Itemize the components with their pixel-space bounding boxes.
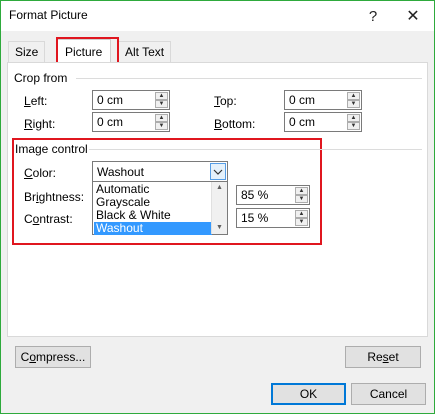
spin-down-icon[interactable]: ▼: [347, 122, 360, 130]
dialog-title: Format Picture: [9, 8, 88, 22]
brightness-label: Brightness:: [24, 190, 85, 204]
spin-up-icon[interactable]: ▲: [347, 114, 360, 122]
brightness-spinner[interactable]: 85 % ▲ ▼: [236, 185, 310, 205]
contrast-value: 15 %: [241, 211, 269, 225]
contrast-label: Contrast:: [24, 212, 73, 226]
crop-divider: [76, 78, 422, 79]
color-dropdown[interactable]: Washout: [92, 161, 228, 182]
spin-down-icon[interactable]: ▼: [295, 218, 308, 226]
crop-from-heading: Crop from: [14, 71, 68, 85]
contrast-spinner[interactable]: 15 % ▲ ▼: [236, 208, 310, 228]
help-button[interactable]: ?: [359, 4, 387, 28]
color-dropdown-value: Washout: [97, 165, 144, 179]
crop-top-label: Top:: [214, 94, 237, 108]
crop-right-value: 0 cm: [97, 115, 124, 129]
spin-up-icon[interactable]: ▲: [155, 92, 168, 100]
reset-button[interactable]: Re s et: [345, 346, 421, 368]
tab-picture[interactable]: Picture: [56, 39, 112, 63]
spin-down-icon[interactable]: ▼: [347, 100, 360, 108]
spin-up-icon[interactable]: ▲: [155, 114, 168, 122]
crop-top-value: 0 cm: [289, 93, 316, 107]
crop-bottom-label: Bottom:: [214, 117, 256, 131]
color-label: Color:: [24, 166, 57, 180]
format-picture-dialog: Format Picture ? ✕ Size Picture Alt Text…: [0, 0, 435, 414]
spin-down-icon[interactable]: ▼: [155, 100, 168, 108]
crop-top-spinner[interactable]: 0 cm ▲ ▼: [284, 90, 362, 110]
crop-bottom-value: 0 cm: [289, 115, 316, 129]
tab-alt-text[interactable]: Alt Text: [118, 41, 172, 62]
chevron-down-icon[interactable]: [210, 163, 226, 180]
crop-right-spinner[interactable]: 0 cm ▲ ▼: [92, 112, 170, 132]
scroll-up-icon[interactable]: ▲: [212, 182, 227, 194]
compress-button[interactable]: Co mpress...: [15, 346, 91, 368]
color-options-list: Automatic Grayscale Black & White Washou…: [92, 181, 228, 235]
crop-left-spinner[interactable]: 0 cm ▲ ▼: [92, 90, 170, 110]
close-button[interactable]: ✕: [399, 4, 427, 28]
crop-left-value: 0 cm: [97, 93, 124, 107]
spin-up-icon[interactable]: ▲: [347, 92, 360, 100]
list-scrollbar[interactable]: ▲ ▼: [211, 182, 227, 234]
spin-up-icon[interactable]: ▲: [295, 210, 308, 218]
crop-left-label: Left:: [24, 94, 48, 108]
scroll-down-icon[interactable]: ▼: [212, 222, 227, 234]
brightness-value: 85 %: [241, 188, 269, 202]
image-control-heading: Image control: [15, 142, 88, 156]
tab-size[interactable]: Size: [8, 41, 46, 62]
image-control-divider: [89, 149, 422, 150]
spin-up-icon[interactable]: ▲: [295, 187, 308, 195]
spin-down-icon[interactable]: ▼: [155, 122, 168, 130]
cancel-button[interactable]: Cancel: [351, 383, 426, 405]
crop-bottom-spinner[interactable]: 0 cm ▲ ▼: [284, 112, 362, 132]
spin-down-icon[interactable]: ▼: [295, 195, 308, 203]
title-bar: Format Picture ? ✕: [1, 1, 434, 31]
ok-button[interactable]: OK: [271, 383, 346, 405]
crop-right-label: Right:: [24, 117, 56, 131]
color-option-washout[interactable]: Washout: [94, 222, 212, 235]
